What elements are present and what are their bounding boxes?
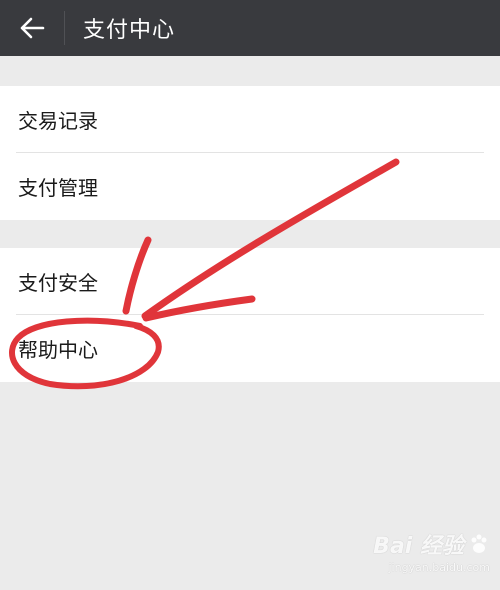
menu-item-label: 支付安全 bbox=[18, 271, 98, 295]
page-title: 支付中心 bbox=[83, 18, 176, 43]
header-divider bbox=[64, 11, 65, 45]
watermark-brand: Bai 经验 bbox=[373, 534, 464, 559]
arrow-left-icon bbox=[20, 17, 45, 39]
menu-group-1: 交易记录 支付管理 bbox=[0, 86, 500, 220]
watermark-url: jingyan.baidu.com bbox=[388, 561, 490, 574]
menu-item-transaction-records[interactable]: 交易记录 bbox=[0, 86, 500, 153]
back-button[interactable] bbox=[0, 0, 64, 56]
menu-item-label: 支付管理 bbox=[18, 176, 98, 200]
baidu-jingyan-watermark: Bai 经验 jingyan.baidu.com bbox=[373, 528, 490, 574]
menu-item-label: 帮助中心 bbox=[18, 338, 98, 362]
menu-item-label: 交易记录 bbox=[18, 109, 98, 133]
menu-item-payment-management[interactable]: 支付管理 bbox=[0, 153, 500, 220]
paw-icon bbox=[471, 534, 487, 553]
top-navigation-bar: 支付中心 bbox=[0, 0, 500, 56]
menu-item-payment-security[interactable]: 支付安全 bbox=[0, 248, 500, 315]
menu-group-2: 支付安全 帮助中心 bbox=[0, 248, 500, 382]
menu-item-help-center[interactable]: 帮助中心 bbox=[0, 315, 500, 382]
